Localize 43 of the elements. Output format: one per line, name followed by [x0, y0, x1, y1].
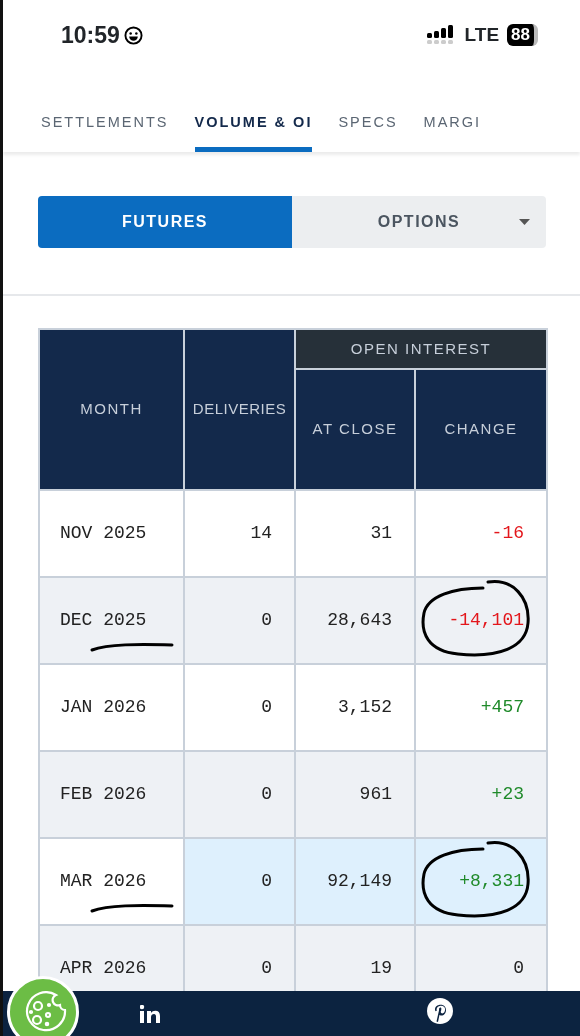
battery-indicator: 88: [507, 24, 538, 46]
table-cell: 0: [415, 925, 547, 991]
table-cell: 0: [184, 577, 295, 664]
column-header: CHANGE: [415, 369, 547, 490]
pinterest-icon[interactable]: [427, 998, 453, 1024]
table-cell: 28,643: [295, 577, 415, 664]
table-cell: DEC 2025: [39, 577, 184, 664]
smiley-icon: [123, 25, 143, 45]
table-cell: 0: [184, 838, 295, 925]
table-cell: 3,152: [295, 664, 415, 751]
tab[interactable]: SPECS: [338, 70, 398, 152]
table-cell: 14: [184, 490, 295, 577]
tab[interactable]: VOLUME & OI: [194, 70, 313, 152]
table-cell: JAN 2026: [39, 664, 184, 751]
table-cell: 0: [184, 664, 295, 751]
column-header: DELIVERIES: [184, 329, 295, 490]
tab[interactable]: SETTLEMENTS: [41, 70, 169, 152]
table-cell: APR 2026: [39, 925, 184, 991]
table-cell: -16: [415, 490, 547, 577]
table-cell: 31: [295, 490, 415, 577]
table-cell: +23: [415, 751, 547, 838]
caret-icon: [519, 219, 530, 225]
column-header: AT CLOSE: [295, 369, 415, 490]
table-cell: +8,331: [415, 838, 547, 925]
table-cell: 961: [295, 751, 415, 838]
segment-tab[interactable]: FUTURES: [38, 196, 292, 248]
table-cell: -14,101: [415, 577, 547, 664]
table-cell: 92,149: [295, 838, 415, 925]
network-type: LTE: [464, 22, 500, 47]
table-cell: +457: [415, 664, 547, 751]
table-cell: NOV 2025: [39, 490, 184, 577]
table-cell: FEB 2026: [39, 751, 184, 838]
table-cell: 19: [295, 925, 415, 991]
tab[interactable]: MARGI: [423, 70, 482, 152]
status-time: 10:59: [61, 20, 120, 50]
table-cell: MAR 2026: [39, 838, 184, 925]
table-cell: 0: [184, 751, 295, 838]
linkedin-icon[interactable]: [140, 1005, 160, 1023]
table-cell: 0: [184, 925, 295, 991]
segment-tab[interactable]: OPTIONS: [292, 196, 546, 248]
group-header: OPEN INTEREST: [295, 329, 547, 369]
cookie-settings-button[interactable]: [7, 976, 79, 1036]
column-header: MONTH: [39, 329, 184, 490]
